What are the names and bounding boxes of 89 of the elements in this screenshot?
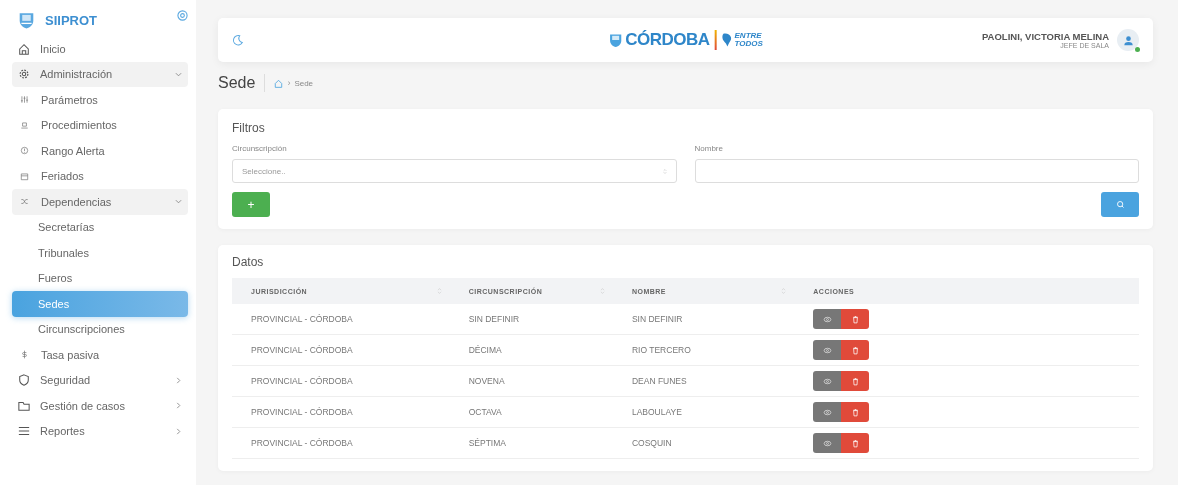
gear-icon	[18, 68, 30, 81]
page-title: Sede	[218, 74, 256, 92]
table-cell: PROVINCIAL - CÓRDOBA	[232, 365, 450, 397]
sidebar-item[interactable]: Tribunales	[12, 240, 188, 266]
sidebar-item[interactable]: Feriados	[12, 163, 188, 189]
eye-icon	[822, 407, 832, 417]
trash-icon	[850, 438, 860, 448]
view-button[interactable]	[813, 309, 842, 329]
home-icon	[18, 42, 30, 55]
sidebar-item[interactable]: Fueros	[12, 265, 188, 291]
sidebar-item[interactable]: Dependencias	[12, 189, 188, 215]
delete-button[interactable]	[841, 371, 870, 391]
sidebar-item[interactable]: Tasa pasiva	[12, 342, 188, 368]
sort-arrows-icon	[662, 167, 667, 175]
eye-icon	[822, 314, 832, 324]
chevron-right-icon	[175, 376, 182, 384]
view-button[interactable]	[813, 340, 842, 360]
breadcrumb-item[interactable]: Sede	[294, 78, 314, 88]
folder-icon	[18, 399, 30, 412]
view-button[interactable]	[813, 371, 842, 391]
search-button[interactable]	[1101, 192, 1139, 217]
delete-button[interactable]	[841, 433, 870, 453]
field-label: Nombre	[694, 144, 724, 153]
table-cell: PROVINCIAL - CÓRDOBA	[232, 396, 450, 428]
user-silhouette-icon	[1121, 33, 1135, 47]
calendar-icon	[20, 171, 29, 181]
sidebar-item[interactable]: Secretarías	[12, 214, 188, 240]
sidebar-item[interactable]: Procedimientos	[12, 112, 188, 138]
dollar-icon	[20, 350, 29, 360]
eye-icon	[822, 376, 832, 386]
sidebar-item[interactable]: Rango Alerta	[12, 138, 188, 164]
alert-icon	[20, 146, 29, 156]
logo-slogan: ENTRE TODOS	[734, 32, 763, 48]
table-cell: NOVENA	[449, 365, 613, 397]
table-cell: OCTAVA	[449, 396, 613, 428]
table-cell: SÉPTIMA	[449, 427, 613, 459]
sidebar-item[interactable]: Seguridad	[12, 367, 188, 393]
trash-icon	[850, 314, 860, 324]
logo-text: CÓRDOBA	[625, 30, 710, 50]
app-name: SIIPROT	[45, 12, 98, 28]
sidebar-item[interactable]: Parámetros	[12, 87, 188, 113]
chevron-down-icon	[175, 198, 182, 206]
breadcrumb-separator: ›	[287, 78, 291, 88]
card-title: Filtros	[232, 121, 266, 135]
table-cell: DÉCIMA	[449, 334, 613, 366]
delete-button[interactable]	[841, 340, 870, 360]
circle-toggle-icon[interactable]	[177, 9, 188, 21]
delete-button[interactable]	[841, 309, 870, 329]
table-cell: PROVINCIAL - CÓRDOBA	[232, 427, 450, 459]
chevron-down-icon	[175, 70, 182, 78]
delete-button[interactable]	[841, 402, 870, 422]
moon-icon[interactable]	[232, 34, 244, 46]
list-icon	[18, 425, 30, 438]
user-avatar[interactable]	[1117, 29, 1139, 51]
search-icon	[1115, 200, 1125, 209]
chevron-right-icon	[175, 427, 182, 435]
shuffle-icon	[20, 197, 29, 207]
view-button[interactable]	[813, 402, 842, 422]
table-cell: COSQUIN	[612, 427, 795, 459]
user-name: PAOLINI, VICTORIA MELINA	[981, 31, 1109, 42]
trash-icon	[850, 376, 860, 386]
table-cell: LABOULAYE	[612, 396, 795, 428]
table-cell: SIN DEFINIR	[449, 304, 613, 335]
table-cell: RIO TERCERO	[612, 334, 795, 366]
sidebar-item[interactable]: Inicio	[12, 36, 188, 62]
card-title: Datos	[232, 255, 265, 269]
eye-icon	[822, 438, 832, 448]
map-shape-icon	[721, 32, 732, 48]
name-input-field[interactable]	[694, 159, 1139, 183]
sidebar-item[interactable]: Administración	[12, 61, 188, 87]
shield-icon	[18, 374, 30, 387]
table-cell: PROVINCIAL - CÓRDOBA	[232, 334, 450, 366]
sidebar-item[interactable]: Gestión de casos	[12, 393, 188, 419]
chevron-right-icon	[175, 402, 182, 410]
table-cell: PROVINCIAL - CÓRDOBA	[232, 304, 450, 335]
sliders-icon	[20, 95, 29, 105]
table-cell: DEAN FUNES	[612, 365, 795, 397]
home-icon[interactable]	[274, 78, 284, 88]
sidebar-item[interactable]: Reportes	[12, 418, 188, 444]
field-label: Circunscripción	[232, 144, 288, 153]
stamp-icon	[20, 120, 29, 130]
view-button[interactable]	[813, 433, 842, 453]
eye-icon	[822, 345, 832, 355]
trash-icon	[850, 345, 860, 355]
sidebar-item[interactable]: Circunscripciones	[12, 316, 188, 342]
table-cell: SIN DEFINIR	[612, 304, 795, 335]
emblem-icon	[608, 32, 623, 48]
trash-icon	[850, 407, 860, 417]
shield-logo-icon	[18, 10, 35, 30]
